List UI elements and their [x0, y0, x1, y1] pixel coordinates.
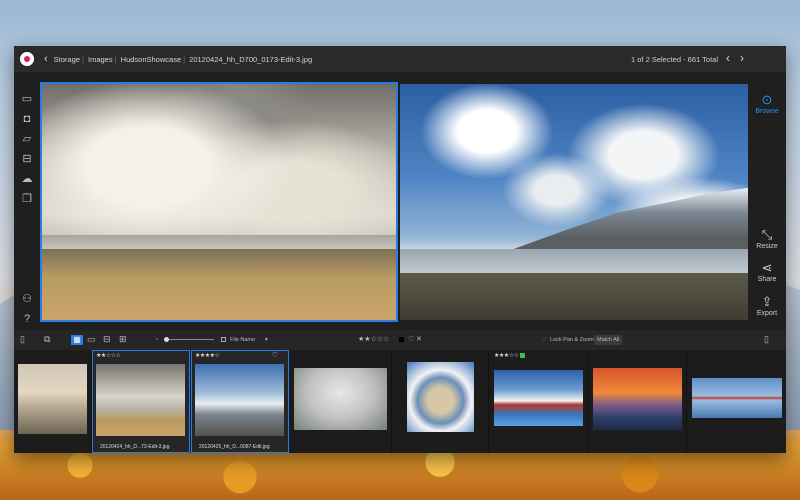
app-window: ‹ Storage | Images | HudsonShowcase | 20120… [14, 46, 786, 453]
filmstrip: ★★☆☆☆ 20120424_hh_D...73-Edit-3.jpg ★★★★… [14, 350, 786, 453]
rating-stars: ★★★☆☆ [494, 353, 519, 359]
help-icon[interactable]: ? [20, 312, 34, 326]
color-label-green [519, 352, 525, 358]
main-photo-selected[interactable] [40, 82, 398, 322]
lock-icon[interactable]: ○ [542, 335, 546, 345]
match-all-button[interactable]: Match All [594, 335, 623, 345]
compare-mode-icon[interactable]: ⧉ [44, 334, 50, 344]
title-bar: ‹ Storage | Images | HudsonShowcase | 20120… [14, 46, 786, 72]
thumbnail-item[interactable] [688, 350, 786, 453]
resize-icon: ⤡ [761, 227, 773, 242]
compare-viewer [40, 82, 748, 322]
sort-field-select[interactable]: File Name [230, 335, 255, 345]
thumbnail-item-selected[interactable]: ★★★★☆ ♡ 20120425_hh_D...0087-Edit.jpg [191, 350, 289, 453]
browse-icon: ⊙ [761, 92, 773, 107]
breadcrumb-images[interactable]: Images [88, 55, 113, 64]
heart-icon[interactable]: ♡ [272, 351, 278, 359]
resize-button[interactable]: ⤡ Resize [748, 227, 786, 250]
sidebar-toggle-icon[interactable]: ▯ [20, 334, 25, 344]
thumbnail-image [96, 364, 185, 436]
albums-icon[interactable]: ❐ [20, 192, 34, 206]
thumbnail-rating: ★★☆☆☆ [96, 353, 121, 359]
export-button[interactable]: ⇪ Export [748, 294, 786, 317]
resize-label: Resize [756, 243, 778, 250]
thumbnail-item[interactable] [14, 350, 92, 453]
thumbnail-rating: ★★★★☆ [195, 353, 220, 359]
rating-stars[interactable]: ★★☆☆☆ [358, 335, 389, 345]
breadcrumb-hudsonshowcase[interactable]: HudsonShowcase [121, 55, 181, 64]
previous-image-chevron-icon[interactable]: ‹ [726, 51, 730, 65]
thumbnail-item[interactable] [393, 350, 489, 453]
next-image-chevron-icon[interactable]: › [740, 51, 744, 65]
export-icon: ⇪ [761, 294, 773, 309]
share-icon: ⋖ [761, 260, 773, 275]
back-chevron-icon[interactable]: ‹ [44, 53, 48, 65]
thumbnail-item[interactable]: ★★★☆☆ [490, 350, 588, 453]
thumbnail-caption: 20120425_hh_D...0087-Edit.jpg [199, 444, 270, 450]
thumbnail-image [494, 370, 583, 426]
drive-icon[interactable]: ⊟ [20, 152, 34, 166]
breadcrumb-separator: | [183, 54, 186, 64]
sort-dropdown-chevron-icon[interactable]: ▾ [265, 335, 268, 345]
selection-count: 1 of 2 Selected - 661 Total [630, 55, 718, 64]
browse-button[interactable]: ⊙ Browse [748, 92, 786, 115]
camera-icon[interactable]: ◘ [20, 112, 34, 126]
breadcrumb-separator: | [114, 54, 117, 64]
thumbnail-item-selected[interactable]: ★★☆☆☆ 20120424_hh_D...73-Edit-3.jpg [92, 350, 190, 453]
thumbnail-caption: 20120424_hh_D...73-Edit-3.jpg [100, 444, 170, 450]
thumbnail-image [195, 364, 284, 436]
breadcrumb-filename: 20120424_hh_D700_0173-Edit-3.jpg [189, 54, 313, 64]
left-sidebar: ▭ ◘ ▱ ⊟ ☁ ❐ ⚇ ? [14, 72, 42, 332]
thumbnail-size-slider[interactable] [164, 339, 214, 340]
folder-sync-icon[interactable]: ▱ [20, 132, 34, 146]
single-view-icon[interactable]: ▭ [87, 334, 96, 344]
lock-pan-zoom-toggle[interactable]: Lock Pan & Zoom [550, 335, 594, 345]
thumbnail-image [407, 362, 474, 432]
photo-shore [400, 272, 748, 320]
reject-x-icon[interactable]: ✕ [416, 335, 422, 345]
grid-view-icon[interactable]: ▦ [71, 335, 83, 345]
heart-icon[interactable]: ♡ [408, 335, 414, 345]
share-label: Share [757, 276, 777, 283]
breadcrumb-separator: | [81, 54, 84, 64]
thumbnail-rating: ★★★☆☆ [494, 352, 525, 359]
slider-handle[interactable] [164, 337, 169, 342]
thumbnail-image [692, 378, 782, 418]
filmstrip-toolbar: ▯ ⧉ ▦ ▭ ⊟ ⊞ ▫ File Name ▾ ★★☆☆☆ ♡ ✕ ○ Lo… [14, 330, 786, 350]
monitor-icon[interactable]: ▭ [20, 92, 34, 106]
zoom-slider-small-icon: ▫ [156, 337, 158, 343]
breadcrumb: Storage | Images | HudsonShowcase | 2012042… [54, 55, 313, 64]
color-label-black[interactable] [399, 337, 404, 342]
thumbnail-image [294, 368, 387, 430]
thumbnail-item[interactable] [290, 350, 392, 453]
thumbnail-item[interactable] [589, 350, 687, 453]
sort-direction-icon[interactable] [221, 337, 226, 342]
thumbnail-image [18, 364, 87, 434]
compare-photo[interactable] [400, 84, 748, 320]
breadcrumb-storage[interactable]: Storage [54, 55, 80, 64]
people-icon[interactable]: ⚇ [20, 292, 34, 306]
panel-toggle-icon[interactable]: ▯ [764, 334, 769, 344]
filmstrip-view-icon[interactable]: ⊟ [103, 334, 111, 344]
thumbnail-image [593, 368, 682, 430]
split-view-icon[interactable]: ⊞ [119, 334, 127, 344]
browse-label: Browse [755, 108, 779, 115]
share-button[interactable]: ⋖ Share [748, 260, 786, 283]
cloud-icon[interactable]: ☁ [20, 172, 34, 186]
app-logo-icon[interactable] [20, 52, 34, 66]
export-label: Export [756, 310, 778, 317]
right-rail: ⊙ Browse ⤡ Resize ⋖ Share ⇪ Export [748, 72, 786, 332]
photo-grassland [42, 249, 396, 320]
